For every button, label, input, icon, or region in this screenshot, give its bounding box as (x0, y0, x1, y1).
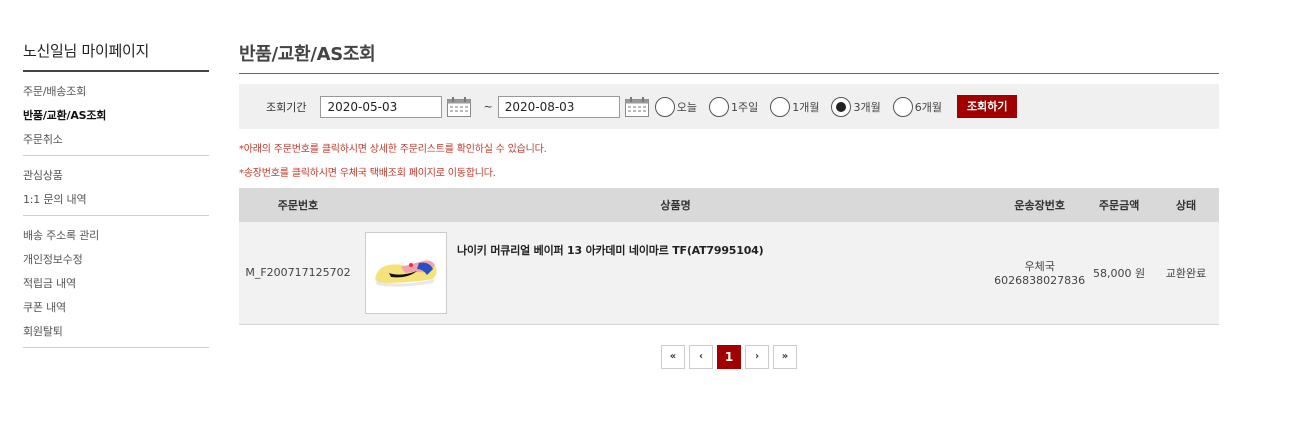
first-page-button[interactable]: « (661, 344, 685, 369)
calendar-icon[interactable] (447, 96, 472, 117)
page-title: 반품/교환/AS조회 (239, 40, 1219, 74)
header-order-no: 주문번호 (239, 188, 357, 222)
product-cell: 나이키 머큐리얼 베이퍼 13 아카데미 네이마르 TF(AT7995104) (356, 222, 995, 325)
end-date-input[interactable] (497, 95, 620, 118)
period-radio-label: 6개월 (914, 100, 942, 114)
sidebar-item[interactable]: 주문/배송조회 (23, 80, 209, 104)
table-row: M_F200717125702 나이키 머큐리얼 베이퍼 13 아카데미 네이마… (239, 222, 1219, 325)
search-button[interactable]: 조회하기 (956, 95, 1018, 118)
tracking-number-link[interactable]: 6026838027836 (994, 274, 1085, 287)
period-radio[interactable]: 1개월 (770, 96, 820, 117)
header-status: 상태 (1153, 188, 1219, 222)
sidebar-item[interactable]: 반품/교환/AS조회 (23, 104, 209, 128)
period-radio-label: 1주일 (730, 100, 759, 114)
notice-order-number: *아래의 주문번호를 클릭하시면 상세한 주문리스트를 확인하실 수 있습니다. (239, 144, 547, 155)
sidebar-item[interactable]: 회원탈퇴 (23, 320, 209, 344)
period-radio[interactable]: 3개월 (831, 96, 881, 117)
product-image[interactable] (364, 232, 447, 314)
sidebar-group: 관심상품 1:1 문의 내역 (23, 156, 209, 216)
calendar-icon[interactable] (624, 96, 649, 117)
radio-unchecked-icon[interactable] (892, 96, 913, 117)
order-amount: 58,000 원 (1085, 222, 1154, 325)
period-radio-group: 오늘 1주일 1개월 3개월 6개월 (654, 96, 954, 117)
sidebar-item[interactable]: 쿠폰 내역 (23, 296, 209, 320)
table-header-row: 주문번호 상품명 운송장번호 주문금액 상태 (239, 188, 1219, 222)
page-number-current[interactable]: 1 (717, 344, 741, 369)
prev-page-button[interactable]: ‹ (689, 344, 713, 369)
tracking-cell: 우체국 6026838027836 (994, 222, 1086, 325)
carrier-name: 우체국 (1024, 260, 1055, 274)
sidebar-title: 노신일님 마이페이지 (23, 40, 209, 72)
radio-unchecked-icon[interactable] (708, 96, 729, 117)
sidebar-group: 배송 주소록 관리 개인정보수정 적립금 내역 쿠폰 내역 회원탈퇴 (23, 216, 209, 348)
sidebar-menu: 주문/배송조회 반품/교환/AS조회 주문취소 관심상품 1:1 문의 내역 배송 주소록… (23, 72, 209, 348)
radio-checked-icon[interactable] (831, 96, 852, 117)
start-date-input[interactable] (320, 95, 443, 118)
period-radio-label: 3개월 (853, 100, 881, 114)
sidebar-item[interactable]: 관심상품 (23, 164, 209, 188)
period-radio-label: 1개월 (792, 100, 820, 114)
search-period-label: 조회기간 (266, 100, 307, 114)
sidebar-item[interactable]: 1:1 문의 내역 (23, 188, 209, 212)
header-amount: 주문금액 (1085, 188, 1154, 222)
period-radio-label: 오늘 (676, 100, 697, 114)
order-status: 교환완료 (1153, 222, 1219, 325)
period-radio[interactable]: 오늘 (654, 96, 697, 117)
sidebar: 노신일님 마이페이지 주문/배송조회 반품/교환/AS조회 주문취소 관심상품 1:1 … (23, 40, 209, 348)
header-tracking-no: 운송장번호 (994, 188, 1086, 222)
period-radio[interactable]: 1주일 (708, 96, 759, 117)
next-page-button[interactable]: › (745, 344, 769, 369)
sidebar-item[interactable]: 배송 주소록 관리 (23, 224, 209, 248)
radio-unchecked-icon[interactable] (770, 96, 791, 117)
product-name-link[interactable]: 나이키 머큐리얼 베이퍼 13 아카데미 네이마르 TF(AT7995104) (457, 242, 764, 258)
period-radio[interactable]: 6개월 (892, 96, 942, 117)
last-page-button[interactable]: » (773, 344, 797, 369)
search-bar: 조회기간 ~ (239, 84, 1219, 129)
order-number-link[interactable]: M_F200717125702 (239, 222, 357, 325)
orders-table: 주문번호 상품명 운송장번호 주문금액 상태 M_F200717125702 나… (239, 188, 1219, 325)
notice-tracking-number: *송장번호를 클릭하시면 우체국 택배조회 페이지로 이동합니다. (239, 168, 496, 179)
sidebar-item[interactable]: 적립금 내역 (23, 272, 209, 296)
sidebar-group: 주문/배송조회 반품/교환/AS조회 주문취소 (23, 72, 209, 156)
pagination: « ‹ 1 › » (239, 344, 1219, 369)
header-product-name: 상품명 (356, 188, 995, 222)
sidebar-item[interactable]: 주문취소 (23, 128, 209, 152)
sneaker-image (374, 260, 437, 287)
date-range-separator: ~ (483, 100, 493, 113)
main-content: 반품/교환/AS조회 조회기간 ~ (239, 40, 1219, 369)
radio-unchecked-icon[interactable] (654, 96, 675, 117)
sidebar-item[interactable]: 개인정보수정 (23, 248, 209, 272)
